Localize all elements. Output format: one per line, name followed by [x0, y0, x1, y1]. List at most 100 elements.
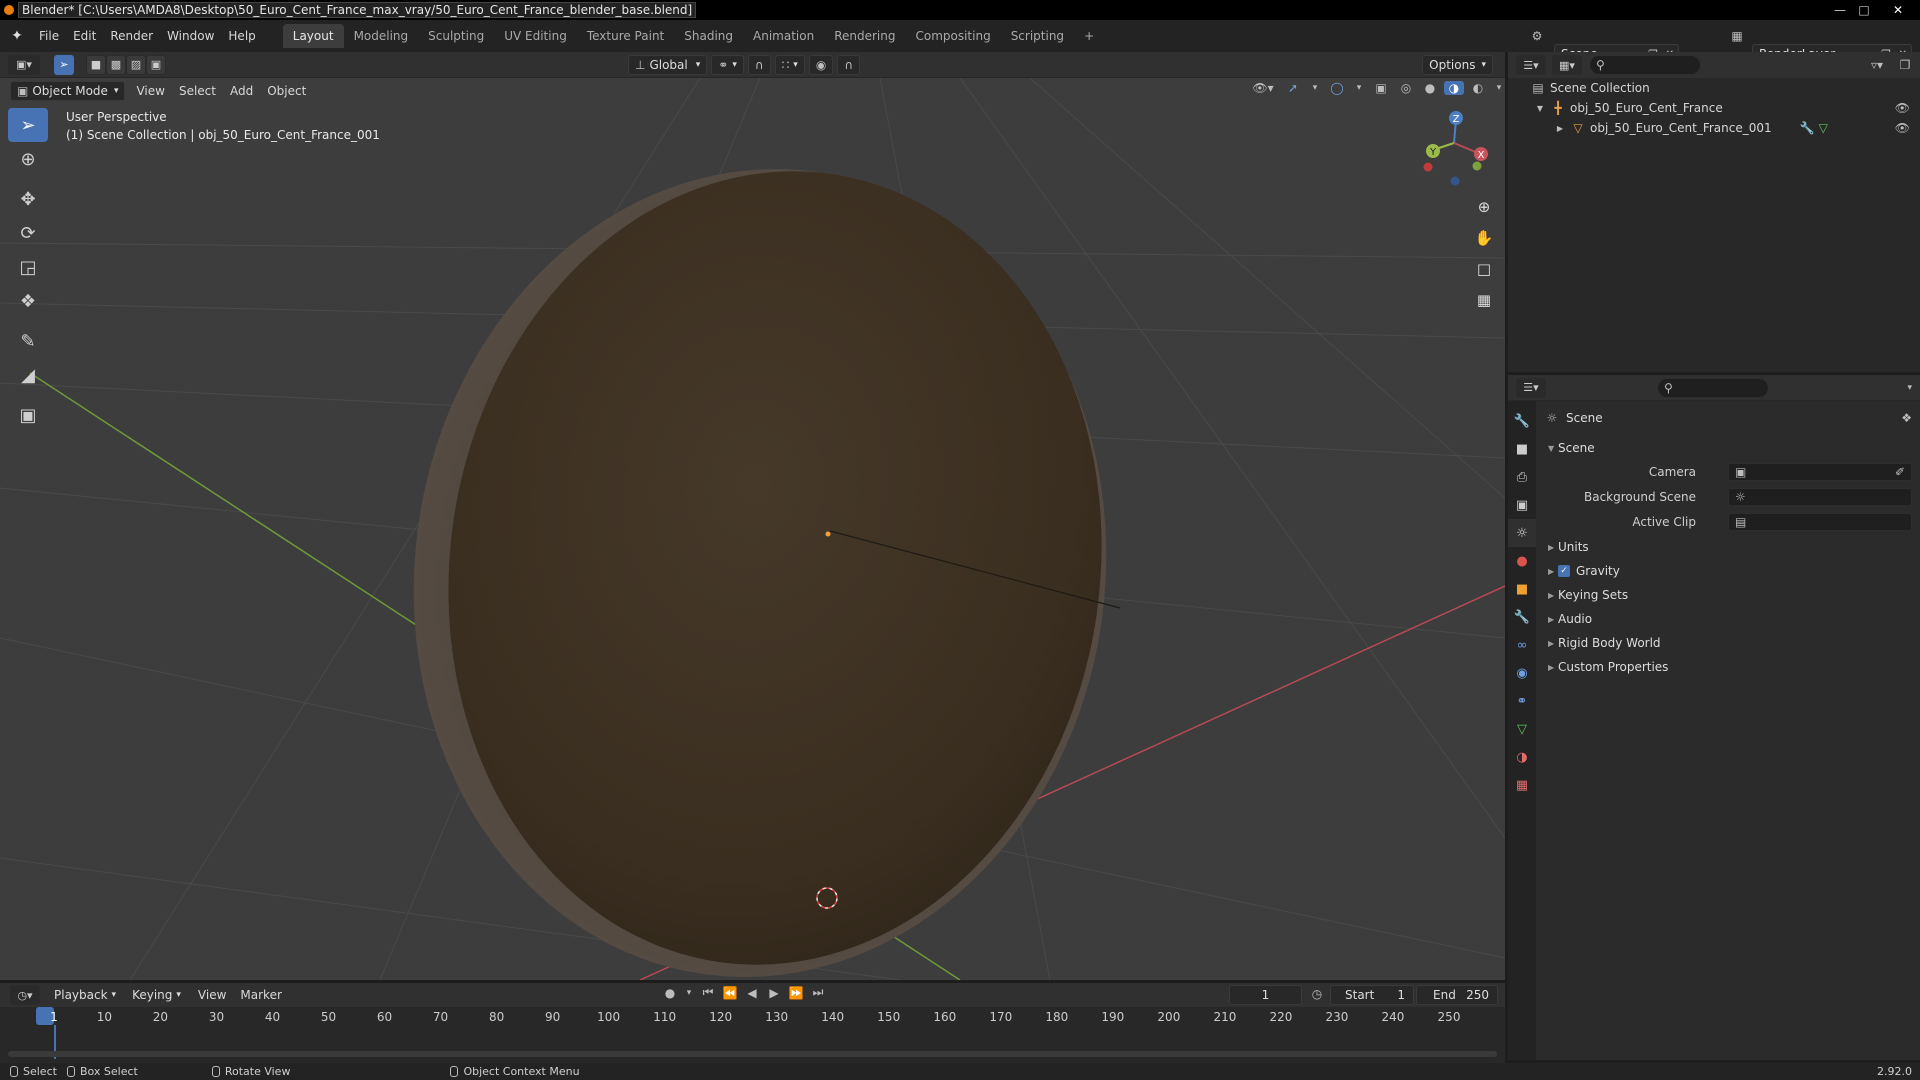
expand-arrow-icon[interactable]: ▶ — [1554, 124, 1566, 133]
tab-constraints-icon[interactable]: ⚭ — [1508, 687, 1536, 715]
menu-window[interactable]: Window — [160, 24, 221, 48]
record-dropdown-icon[interactable]: ▾ — [682, 985, 696, 1000]
viewport-menu-view[interactable]: View — [129, 79, 171, 103]
camera-field[interactable]: ▣ ✐ — [1728, 463, 1912, 481]
visibility-dropdown-icon[interactable]: 👁▾ — [1248, 81, 1278, 95]
visibility-eye-icon[interactable]: 👁 — [1895, 121, 1910, 135]
playback-menu[interactable]: Playback ▾ — [48, 985, 122, 1005]
mesh-data-icon[interactable]: ▽ — [1819, 121, 1828, 135]
select-mode-subtract-icon[interactable]: ▨ — [126, 54, 146, 75]
cursor-tool-icon[interactable]: ⊕ — [8, 142, 48, 176]
pan-hand-icon[interactable]: ✋ — [1470, 224, 1498, 252]
outliner-item[interactable]: ▶ ▽ obj_50_Euro_Cent_France_001 🔧 ▽ 👁 — [1508, 118, 1920, 138]
tab-particles-icon[interactable]: ∞ — [1508, 631, 1536, 659]
tab-data-icon[interactable]: ▽ — [1508, 715, 1536, 743]
play-reverse-icon[interactable]: ◀ — [742, 985, 762, 1000]
options-dropdown[interactable]: Options ▾ — [1422, 55, 1493, 75]
panel-header-audio[interactable]: ▶ Audio — [1536, 608, 1920, 630]
overlay-dropdown-icon[interactable]: ▾ — [1352, 81, 1366, 95]
gizmo-dropdown-icon[interactable]: ▾ — [1308, 81, 1322, 95]
maximize-button[interactable]: □ — [1852, 0, 1876, 20]
perspective-grid-icon[interactable]: ▦ — [1470, 286, 1498, 314]
jump-start-icon[interactable]: ⏮ — [698, 985, 718, 1000]
tab-animation[interactable]: Animation — [743, 24, 824, 48]
overlay-toggle-icon[interactable]: ◯ — [1326, 81, 1348, 95]
material-shading-icon[interactable]: ◑ — [1444, 81, 1464, 95]
record-icon[interactable]: ● — [660, 985, 680, 1000]
active-clip-field[interactable]: ▤ — [1728, 513, 1912, 531]
tab-uv-editing[interactable]: UV Editing — [494, 24, 577, 48]
pivot-point-dropdown[interactable]: ⚭ ▾ — [711, 55, 744, 75]
move-tool-icon[interactable]: ✥ — [8, 182, 48, 216]
transform-tool-icon[interactable]: ❖ — [8, 284, 48, 318]
camera-view-icon[interactable]: □ — [1470, 255, 1498, 283]
background-scene-field[interactable]: ☼ — [1728, 488, 1912, 506]
panel-header-custom-properties[interactable]: ▶ Custom Properties — [1536, 656, 1920, 678]
tab-modeling[interactable]: Modeling — [344, 24, 419, 48]
falloff-dropdown[interactable]: ∩ — [837, 55, 861, 75]
outliner-search-input[interactable]: ⚲ — [1590, 56, 1700, 74]
tab-texture-paint[interactable]: Texture Paint — [577, 24, 674, 48]
menu-file[interactable]: File — [32, 24, 66, 48]
add-cube-tool-icon[interactable]: ▣ — [8, 398, 48, 432]
filter-icon[interactable]: ▿▾ — [1862, 58, 1892, 72]
tab-shading[interactable]: Shading — [674, 24, 743, 48]
tab-sculpting[interactable]: Sculpting — [418, 24, 494, 48]
menu-render[interactable]: Render — [103, 24, 160, 48]
tab-tool-icon[interactable]: 🔧 — [1508, 407, 1536, 435]
prev-keyframe-icon[interactable]: ⏪ — [720, 985, 740, 1000]
tab-world-icon[interactable]: ● — [1508, 547, 1536, 575]
eyedropper-icon[interactable]: ✐ — [1895, 465, 1905, 479]
view-layer-icon[interactable]: ▦ — [1726, 26, 1748, 46]
next-keyframe-icon[interactable]: ⏩ — [786, 985, 806, 1000]
scene-selector-icon[interactable]: ⚙ — [1526, 26, 1548, 46]
preview-range-clock-icon[interactable]: ◷ — [1308, 987, 1326, 1001]
start-frame-field[interactable]: Start 1 — [1330, 985, 1414, 1005]
outliner-editor-type-icon[interactable]: ☰▾ — [1516, 55, 1546, 75]
timeline-menu-view[interactable]: View — [191, 983, 233, 1007]
wireframe-shading-icon[interactable]: ◎ — [1396, 81, 1416, 95]
properties-editor-type-icon[interactable]: ☰▾ — [1516, 377, 1546, 398]
tab-modifier-icon[interactable]: 🔧 — [1508, 603, 1536, 631]
panel-header-rigid-body-world[interactable]: ▶ Rigid Body World — [1536, 632, 1920, 654]
rotate-tool-icon[interactable]: ⟳ — [8, 216, 48, 250]
panel-header-gravity[interactable]: ▶ ✓ Gravity — [1536, 560, 1920, 582]
properties-search-input[interactable]: ⚲ — [1658, 378, 1768, 397]
jump-end-icon[interactable]: ⏭ — [808, 985, 828, 1000]
shading-dropdown-icon[interactable]: ▾ — [1492, 81, 1505, 95]
tab-view-layer-icon[interactable]: ▣ — [1508, 491, 1536, 519]
tab-layout[interactable]: Layout — [282, 24, 344, 48]
3d-viewport[interactable]: Z Y X User Perspective (1) Scene Collect… — [0, 78, 1505, 980]
panel-header-scene[interactable]: ▼ Scene — [1536, 437, 1920, 459]
outliner-root[interactable]: ▤ Scene Collection — [1508, 78, 1920, 98]
visibility-eye-icon[interactable]: 👁 — [1895, 101, 1910, 115]
close-button[interactable]: ✕ — [1876, 0, 1920, 20]
select-mode-intersect-icon[interactable]: ▣ — [146, 54, 166, 75]
blender-logo-icon[interactable]: ✦ — [8, 27, 26, 45]
tab-texture-icon[interactable]: ▦ — [1508, 771, 1536, 799]
gravity-checkbox[interactable]: ✓ — [1558, 565, 1570, 577]
new-collection-icon[interactable]: ❐ — [1896, 58, 1914, 72]
select-box-tool-icon[interactable]: ➢ — [8, 108, 48, 142]
tab-compositing[interactable]: Compositing — [905, 24, 1000, 48]
properties-options-icon[interactable]: ▾ — [1907, 383, 1912, 393]
snap-target-dropdown[interactable]: ∷ ▾ — [774, 55, 805, 75]
tab-scripting[interactable]: Scripting — [1001, 24, 1074, 48]
xray-toggle-icon[interactable]: ▣ — [1370, 81, 1392, 95]
transform-orientation-dropdown[interactable]: ⊥ Global ▾ — [628, 55, 708, 75]
tab-material-icon[interactable]: ◑ — [1508, 743, 1536, 771]
timeline-menu-marker[interactable]: Marker — [233, 983, 288, 1007]
tab-physics-icon[interactable]: ◉ — [1508, 659, 1536, 687]
editor-type-icon[interactable]: ▣▾ — [8, 54, 40, 75]
annotate-tool-icon[interactable]: ✎ — [8, 324, 48, 358]
timeline-ruler[interactable]: 1 10 20 30 40 50 60 70 80 90 100 110 120 130 140 150 160… — [0, 1007, 1505, 1063]
pin-icon[interactable]: ❖ — [1901, 411, 1912, 425]
measure-tool-icon[interactable]: ◢ — [8, 358, 48, 392]
scale-tool-icon[interactable]: ◲ — [8, 250, 48, 284]
viewport-menu-select[interactable]: Select — [172, 79, 223, 103]
add-workspace-button[interactable]: + — [1074, 24, 1104, 48]
modifier-wrench-icon[interactable]: 🔧 — [1800, 121, 1815, 135]
keying-menu[interactable]: Keying ▾ — [126, 985, 187, 1005]
viewport-scene[interactable]: Z Y X — [0, 78, 1505, 980]
current-frame-field[interactable]: 1 — [1229, 985, 1302, 1005]
